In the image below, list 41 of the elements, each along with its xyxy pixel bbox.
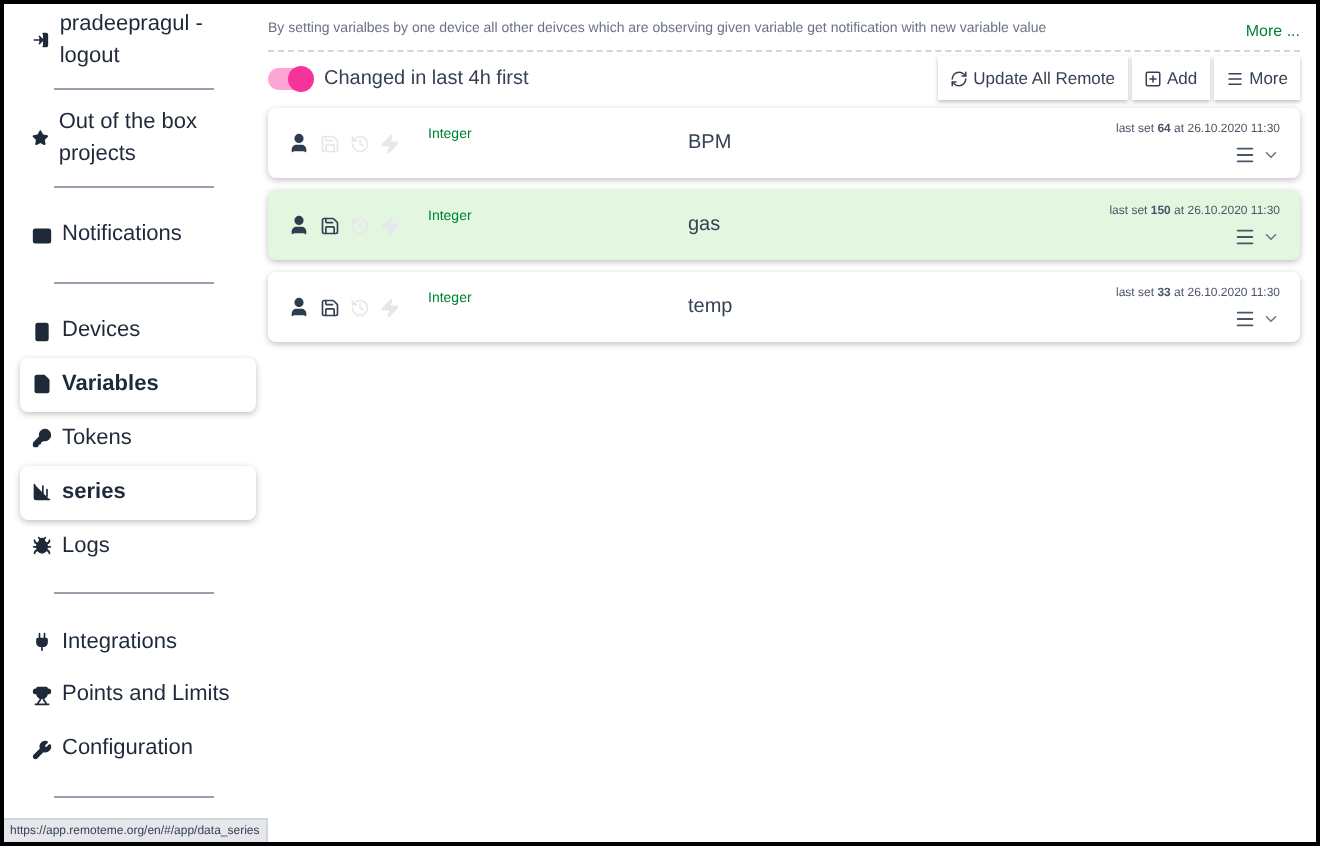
bug-icon bbox=[32, 535, 52, 556]
user-icon bbox=[288, 296, 310, 318]
trophy-icon bbox=[32, 685, 52, 706]
sidebar-item[interactable]: series bbox=[20, 465, 256, 519]
more-link[interactable]: More ... bbox=[1245, 19, 1300, 43]
sidebar-item[interactable]: Configuration bbox=[20, 722, 256, 776]
user-icon bbox=[288, 214, 310, 236]
menu-icon[interactable] bbox=[1234, 225, 1256, 247]
login-icon bbox=[32, 30, 50, 50]
toggle-switch[interactable] bbox=[268, 67, 312, 89]
plus-square-icon bbox=[1143, 69, 1161, 87]
sidebar-item[interactable]: pradeepragul - logout bbox=[20, 12, 256, 68]
menu-icon[interactable] bbox=[1234, 307, 1256, 329]
toolbar-button[interactable]: More bbox=[1213, 56, 1300, 100]
bolt-icon bbox=[380, 297, 400, 317]
sidebar-item[interactable]: Integrations bbox=[20, 614, 256, 669]
wrench-icon bbox=[32, 739, 52, 760]
menu-icon[interactable] bbox=[1234, 143, 1256, 165]
plug-icon bbox=[32, 631, 52, 652]
key-icon bbox=[32, 428, 52, 449]
sidebar-item[interactable]: Devices bbox=[20, 304, 256, 358]
sidebar-item[interactable]: Notifications bbox=[20, 208, 256, 263]
variable-name: temp bbox=[688, 294, 735, 322]
document-icon bbox=[32, 374, 52, 395]
sidebar-item[interactable]: Tokens bbox=[20, 411, 256, 466]
history-icon bbox=[350, 133, 370, 153]
variable-name: BPM bbox=[688, 130, 734, 158]
user-icon bbox=[288, 132, 310, 154]
sidebar-item[interactable]: Logs bbox=[20, 519, 256, 573]
refresh-icon bbox=[949, 69, 968, 87]
variable-name: gas bbox=[688, 212, 723, 240]
history-icon bbox=[350, 297, 370, 317]
sidebar-item[interactable]: Points and Limits bbox=[20, 668, 256, 723]
toolbar-button[interactable]: Add bbox=[1131, 56, 1210, 100]
toggle-label: Changed in last 4h first bbox=[324, 65, 529, 93]
sidebar-item[interactable]: Variables bbox=[20, 357, 256, 412]
sidebar-item[interactable]: Out of the box projects bbox=[20, 110, 256, 167]
toolbar-button[interactable]: Update All Remote bbox=[937, 56, 1127, 100]
menu-icon bbox=[1225, 69, 1244, 87]
bolt-icon bbox=[380, 133, 400, 153]
star-icon bbox=[32, 128, 49, 149]
